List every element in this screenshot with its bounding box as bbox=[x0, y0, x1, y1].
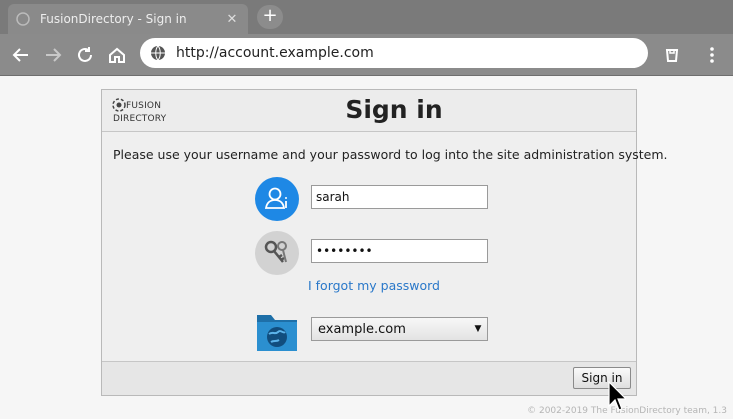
favicon-icon bbox=[16, 12, 30, 26]
menu-icon[interactable] bbox=[700, 42, 724, 68]
directory-select[interactable]: example.com ▼ bbox=[311, 317, 488, 341]
dropdown-arrow-icon: ▼ bbox=[474, 324, 482, 334]
forward-icon[interactable] bbox=[40, 42, 66, 68]
browser-tab[interactable]: FusionDirectory - Sign in ✕ bbox=[8, 4, 248, 34]
reload-icon[interactable] bbox=[72, 42, 98, 68]
user-icon bbox=[255, 177, 299, 221]
tab-title: FusionDirectory - Sign in bbox=[40, 12, 187, 26]
extension-icon[interactable] bbox=[660, 42, 684, 68]
forgot-password-link[interactable]: I forgot my password bbox=[308, 278, 440, 293]
home-icon[interactable] bbox=[104, 42, 130, 68]
address-bar[interactable]: http://account.example.com bbox=[140, 38, 648, 68]
intro-text: Please use your username and your passwo… bbox=[113, 147, 668, 162]
browser-tab-bar: FusionDirectory - Sign in ✕ + bbox=[0, 0, 733, 34]
copyright-text: © 2002-2019 The FusionDirectory team, 1.… bbox=[527, 406, 727, 416]
username-input[interactable] bbox=[311, 185, 488, 209]
back-icon[interactable] bbox=[8, 42, 34, 68]
mouse-cursor-icon bbox=[608, 380, 628, 419]
login-footer: Sign in bbox=[102, 361, 636, 395]
password-input[interactable] bbox=[311, 239, 488, 263]
directory-select-value: example.com bbox=[318, 321, 406, 337]
new-tab-button[interactable]: + bbox=[257, 5, 283, 29]
login-panel: FUSION DIRECTORY Sign in Please use your… bbox=[101, 89, 668, 396]
close-tab-icon[interactable]: ✕ bbox=[224, 12, 240, 27]
keys-icon bbox=[255, 231, 299, 275]
url-text: http://account.example.com bbox=[176, 45, 374, 61]
directory-folder-icon bbox=[255, 309, 299, 353]
browser-toolbar: http://account.example.com bbox=[0, 34, 733, 76]
page-title: Sign in bbox=[345, 95, 443, 124]
globe-icon bbox=[150, 45, 166, 61]
login-header: FUSION DIRECTORY Sign in bbox=[102, 90, 636, 132]
